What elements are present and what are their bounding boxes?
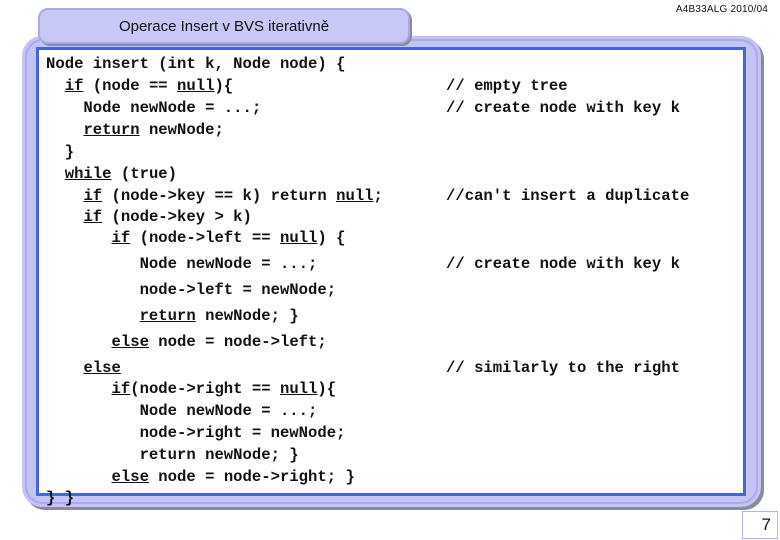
code-comment: //can't insert a duplicate <box>446 187 690 205</box>
code-line: } <box>46 143 74 163</box>
code-line: Node newNode = ...; <box>46 99 261 119</box>
code-line: while (true) <box>46 165 177 185</box>
slide-title-box: Operace Insert v BVS iterativně <box>38 8 410 44</box>
code-text: (node->key > k) <box>102 208 252 226</box>
code-keyword: while <box>64 165 112 183</box>
code-line: if (node->key > k) <box>46 208 252 228</box>
code-line: if (node->left == null) { <box>46 229 346 249</box>
page-number-box: 7 <box>742 511 778 539</box>
course-code-header: A4B33ALG 2010/04 <box>675 4 768 15</box>
code-keyword: if <box>64 77 84 95</box>
code-line: else node = node->right; } <box>46 468 355 488</box>
code-keyword: null <box>177 77 215 95</box>
code-comment: // create node with key k <box>446 99 680 117</box>
code-keyword: if <box>111 380 131 398</box>
code-line: else node = node->left; <box>46 333 327 353</box>
code-text: ) { <box>317 229 346 247</box>
code-text: ; <box>373 187 383 205</box>
code-line: Node newNode = ...; <box>46 402 318 422</box>
code-text: } <box>46 143 75 161</box>
code-line: if(node->right == null){ <box>46 380 337 400</box>
code-line: else <box>46 359 121 379</box>
code-comment: // similarly to the right <box>446 359 680 377</box>
code-keyword: else <box>111 468 149 486</box>
code-keyword: if <box>83 187 103 205</box>
page-number: 7 <box>761 515 771 534</box>
code-text: (true) <box>111 165 178 183</box>
code-text: (node->left == <box>130 229 280 247</box>
code-keyword: else <box>111 333 149 351</box>
code-line: Node insert (int k, Node node) { <box>46 55 345 75</box>
code-text: } } <box>46 489 75 507</box>
code-text: newNode; <box>139 121 224 139</box>
code-line: Node newNode = ...; <box>46 255 318 275</box>
code-line: return newNode; <box>46 121 224 141</box>
code-line: if (node->key == k) return null; <box>46 187 383 207</box>
code-comment: // create node with key k <box>446 255 680 273</box>
code-text: node = node->right; } <box>148 468 355 486</box>
code-text: ){ <box>317 380 337 398</box>
code-text: ){ <box>214 77 234 95</box>
code-line: return newNode; } <box>46 446 299 466</box>
code-text: newNode; } <box>195 307 299 325</box>
code-text: node->left = newNode; <box>46 281 337 299</box>
code-keyword: return <box>139 307 196 325</box>
code-line: node->left = newNode; <box>46 281 337 301</box>
code-keyword: return <box>83 121 140 139</box>
code-text: Node newNode = ...; <box>46 255 318 273</box>
code-text: return newNode; } <box>46 446 299 464</box>
code-keyword: null <box>279 229 318 247</box>
code-keyword: null <box>336 187 374 205</box>
code-keyword: if <box>111 229 131 247</box>
code-keyword: if <box>83 208 103 226</box>
code-keyword: else <box>83 359 121 377</box>
code-line: return newNode; } <box>46 307 299 327</box>
code-line: if (node == null){ <box>46 77 233 97</box>
slide-title: Operace Insert v BVS iterativně <box>118 17 330 35</box>
code-text: (node->right == <box>130 380 280 398</box>
code-line: } } <box>46 489 74 509</box>
code-comment: // empty tree <box>446 77 568 95</box>
code-text: Node newNode = ...; <box>46 402 318 420</box>
code-text: Node newNode = ...; <box>46 99 262 117</box>
code-text: node->right = newNode; <box>46 424 346 442</box>
code-text: (node->key == k) return <box>102 187 337 205</box>
code-text: Node insert (int k, Node node) { <box>46 55 346 73</box>
code-text: (node == <box>83 77 178 95</box>
code-text: node = node->left; <box>148 333 327 351</box>
code-keyword: null <box>279 380 318 398</box>
code-line: node->right = newNode; <box>46 424 346 444</box>
